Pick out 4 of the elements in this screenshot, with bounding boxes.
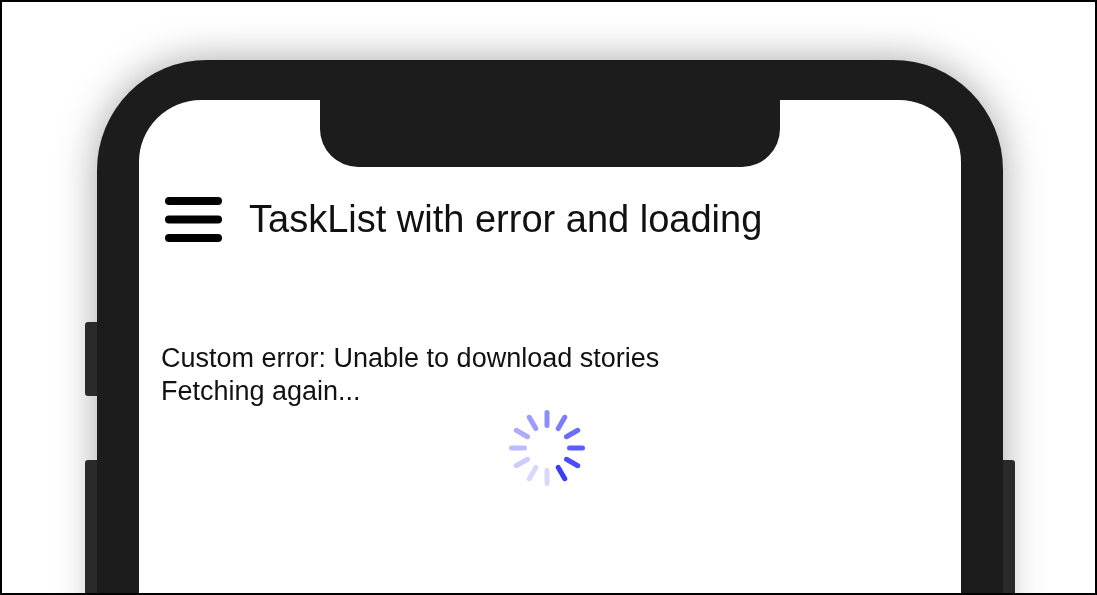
menu-icon[interactable] bbox=[165, 197, 222, 242]
screen-title: TaskList with error and loading bbox=[249, 198, 763, 241]
status-message: Fetching again... bbox=[161, 375, 362, 408]
status-message: Custom error: Unable to download stories bbox=[161, 342, 661, 375]
